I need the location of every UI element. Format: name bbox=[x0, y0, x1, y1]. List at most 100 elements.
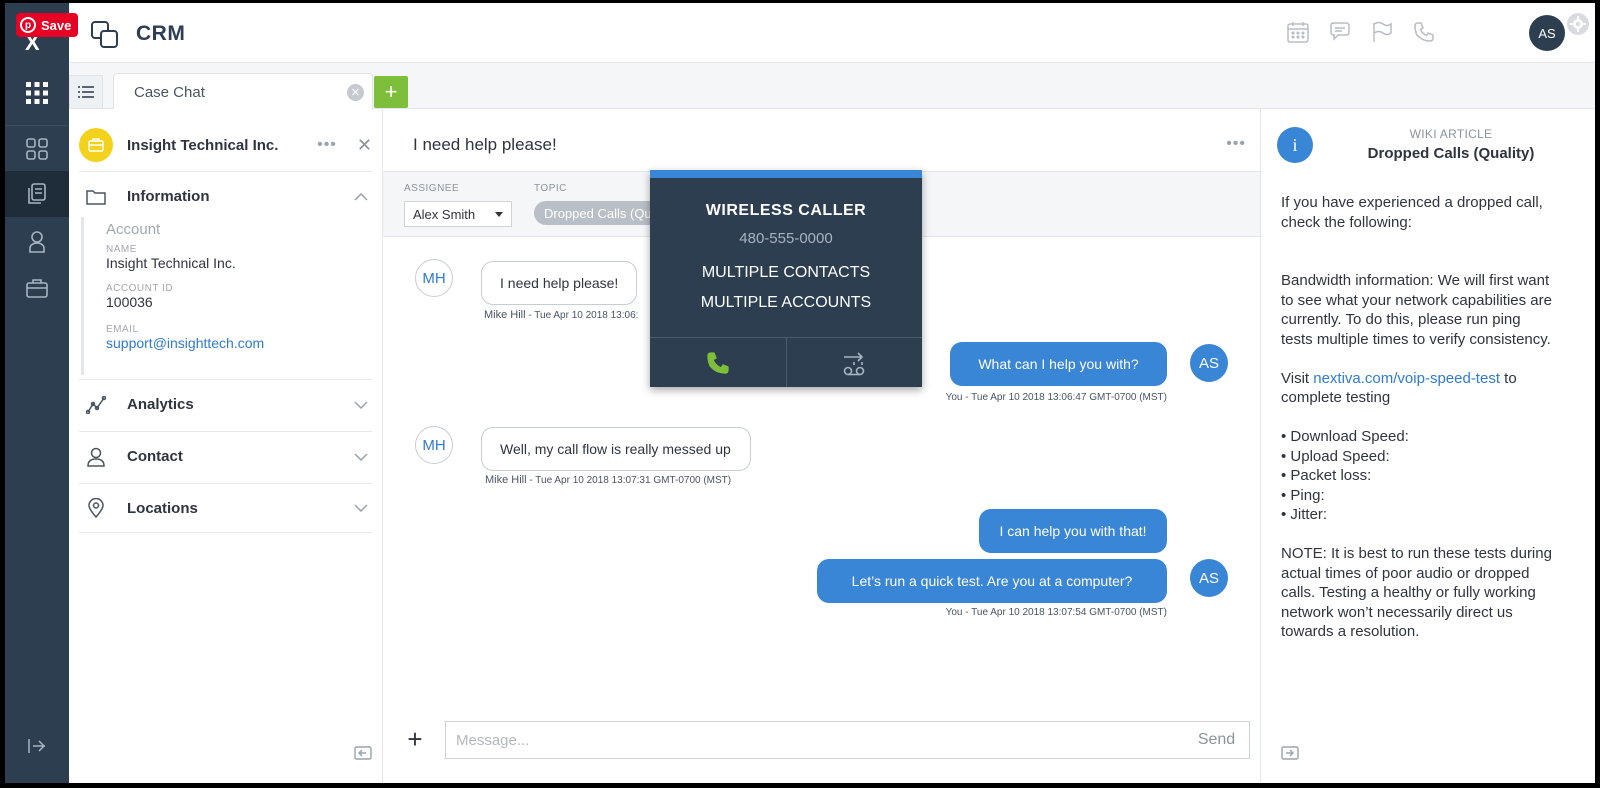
send-to-voicemail-button[interactable] bbox=[785, 338, 923, 387]
close-account-icon[interactable]: ✕ bbox=[357, 135, 372, 156]
tab-list-button[interactable] bbox=[69, 75, 103, 109]
wiki-visit: Visit nextiva.com/voip-speed-test to com… bbox=[1281, 369, 1553, 408]
top-bar: CRM AS bbox=[69, 3, 1595, 63]
documents-icon bbox=[28, 183, 46, 204]
section-contact[interactable]: Contact bbox=[79, 431, 372, 481]
wiki-note: NOTE: It is best to run these tests duri… bbox=[1281, 545, 1552, 640]
rail-contacts-button[interactable] bbox=[5, 219, 69, 265]
pinterest-save-button[interactable]: p Save bbox=[16, 13, 78, 37]
section-information[interactable]: Information bbox=[79, 171, 372, 221]
rail-accounts-button[interactable] bbox=[5, 265, 69, 311]
chat-bubble-icon[interactable] bbox=[1329, 21, 1351, 43]
close-tab-icon[interactable]: ✕ bbox=[347, 84, 364, 101]
bullet-item: • Packet loss: bbox=[1281, 467, 1372, 484]
top-actions bbox=[1287, 21, 1435, 43]
name-label: NAME bbox=[106, 244, 137, 255]
send-button[interactable]: Send bbox=[1184, 721, 1250, 759]
dashboard-icon bbox=[26, 137, 48, 160]
wiki-expand-button[interactable] bbox=[1281, 746, 1299, 765]
more-options-icon[interactable]: ••• bbox=[317, 136, 337, 154]
contact-icon bbox=[79, 447, 113, 467]
gear-icon bbox=[1570, 16, 1586, 32]
visit-prefix: Visit bbox=[1281, 369, 1314, 387]
chevron-down-icon bbox=[354, 398, 368, 412]
info-heading: Account bbox=[106, 221, 161, 238]
bullet-item: • Jitter: bbox=[1281, 506, 1328, 523]
answer-call-button[interactable] bbox=[650, 338, 786, 387]
app-root: X p Save CRM AS Case Chat ✕ + Insight Te… bbox=[0, 0, 1600, 788]
rail-logout-button[interactable] bbox=[5, 731, 69, 761]
speed-test-link[interactable]: nextiva.com/voip-speed-test bbox=[1313, 370, 1500, 387]
wiki-intro: If you have experienced a dropped call, … bbox=[1281, 194, 1543, 231]
tab-bar: Case Chat ✕ + bbox=[69, 63, 1595, 110]
message-bubble: What can I help you with? bbox=[950, 342, 1167, 386]
briefcase-icon bbox=[26, 279, 48, 298]
topic-label: TOPIC bbox=[534, 183, 567, 194]
phone-icon[interactable] bbox=[1413, 21, 1435, 43]
caller-name: WIRELESS CALLER bbox=[705, 202, 867, 219]
list-icon bbox=[78, 86, 94, 98]
message-bubble: I can help you with that! bbox=[979, 509, 1167, 553]
sender-name: Mike Hill bbox=[485, 474, 527, 486]
attach-button[interactable]: + bbox=[397, 721, 433, 757]
caller-number: 480-555-0000 bbox=[739, 230, 833, 247]
section-analytics[interactable]: Analytics bbox=[79, 379, 372, 429]
add-tab-button[interactable]: + bbox=[374, 76, 408, 108]
sender-avatar: MH bbox=[415, 259, 453, 297]
settings-button[interactable] bbox=[1567, 13, 1589, 35]
sender-avatar: MH bbox=[415, 426, 453, 464]
email-link[interactable]: support@insighttech.com bbox=[106, 335, 371, 351]
message-input[interactable] bbox=[445, 721, 1185, 759]
message-timestamp: You - Tue Apr 10 2018 13:07:54 GMT-0700 … bbox=[945, 607, 1167, 618]
caller-accounts-note: MULTIPLE ACCOUNTS bbox=[700, 294, 872, 311]
left-rail: X bbox=[5, 3, 69, 783]
chevron-up-icon bbox=[354, 190, 368, 204]
wiki-bandwidth: Bandwidth information: We will first wan… bbox=[1281, 272, 1552, 348]
analytics-icon bbox=[79, 395, 113, 414]
app-title: CRM bbox=[136, 22, 186, 45]
tab-case-chat[interactable]: Case Chat ✕ bbox=[113, 73, 373, 110]
sender-avatar: AS bbox=[1190, 559, 1228, 597]
section-locations[interactable]: Locations bbox=[79, 483, 372, 533]
account-id-label: ACCOUNT ID bbox=[106, 283, 174, 294]
rail-cases-button[interactable] bbox=[5, 171, 69, 217]
info-icon: i bbox=[1277, 127, 1313, 163]
message-timestamp: You - Tue Apr 10 2018 13:06:47 GMT-0700 … bbox=[945, 392, 1167, 403]
message-bubble: Well, my call flow is really messed up bbox=[481, 427, 751, 471]
caller-contacts-note: MULTIPLE CONTACTS bbox=[701, 264, 871, 281]
flag-icon[interactable] bbox=[1371, 21, 1393, 43]
sender-name: Mike Hill bbox=[484, 309, 526, 321]
message-timestamp: Mike Hill - Tue Apr 10 2018 13:07:31 GMT… bbox=[485, 474, 731, 486]
bullet-item: • Download Speed: bbox=[1281, 428, 1409, 445]
popup-accent-strip bbox=[650, 170, 922, 178]
folder-icon bbox=[79, 189, 113, 205]
map-pin-icon bbox=[79, 498, 113, 518]
call-actions bbox=[650, 337, 922, 387]
calendar-icon[interactable] bbox=[1287, 21, 1309, 43]
assignee-value: Alex Smith bbox=[413, 206, 476, 222]
phone-answer-icon bbox=[707, 351, 729, 374]
rail-dashboard-button[interactable] bbox=[5, 125, 69, 171]
incoming-call-popup: WIRELESS CALLER 480-555-0000 MULTIPLE CO… bbox=[650, 170, 922, 387]
voicemail-forward-icon bbox=[843, 351, 865, 375]
person-icon bbox=[29, 231, 45, 253]
account-id-value: 100036 bbox=[106, 294, 153, 310]
apps-grid-button[interactable] bbox=[5, 73, 69, 113]
collapse-panel-button[interactable] bbox=[354, 746, 372, 765]
assignee-dropdown[interactable]: Alex Smith bbox=[404, 201, 512, 227]
crm-logo-icon bbox=[91, 21, 118, 48]
topic-tag[interactable]: Dropped Calls (Quality) bbox=[534, 201, 664, 225]
assignee-label: ASSIGNEE bbox=[404, 183, 460, 194]
user-avatar[interactable]: AS bbox=[1529, 15, 1565, 51]
wiki-article-body: If you have experienced a dropped call, … bbox=[1281, 193, 1553, 642]
apps-grid-icon bbox=[26, 82, 48, 104]
caret-down-icon bbox=[495, 212, 503, 217]
chevron-down-icon bbox=[354, 450, 368, 464]
account-badge bbox=[79, 128, 113, 162]
section-label: Contact bbox=[127, 448, 183, 465]
exit-panel-icon bbox=[1281, 746, 1299, 760]
information-details: Account NAME Insight Technical Inc. ACCO… bbox=[81, 217, 371, 375]
pinterest-icon: p bbox=[20, 17, 36, 33]
chat-more-options-icon[interactable]: ••• bbox=[1226, 135, 1246, 153]
logout-icon bbox=[28, 739, 46, 753]
